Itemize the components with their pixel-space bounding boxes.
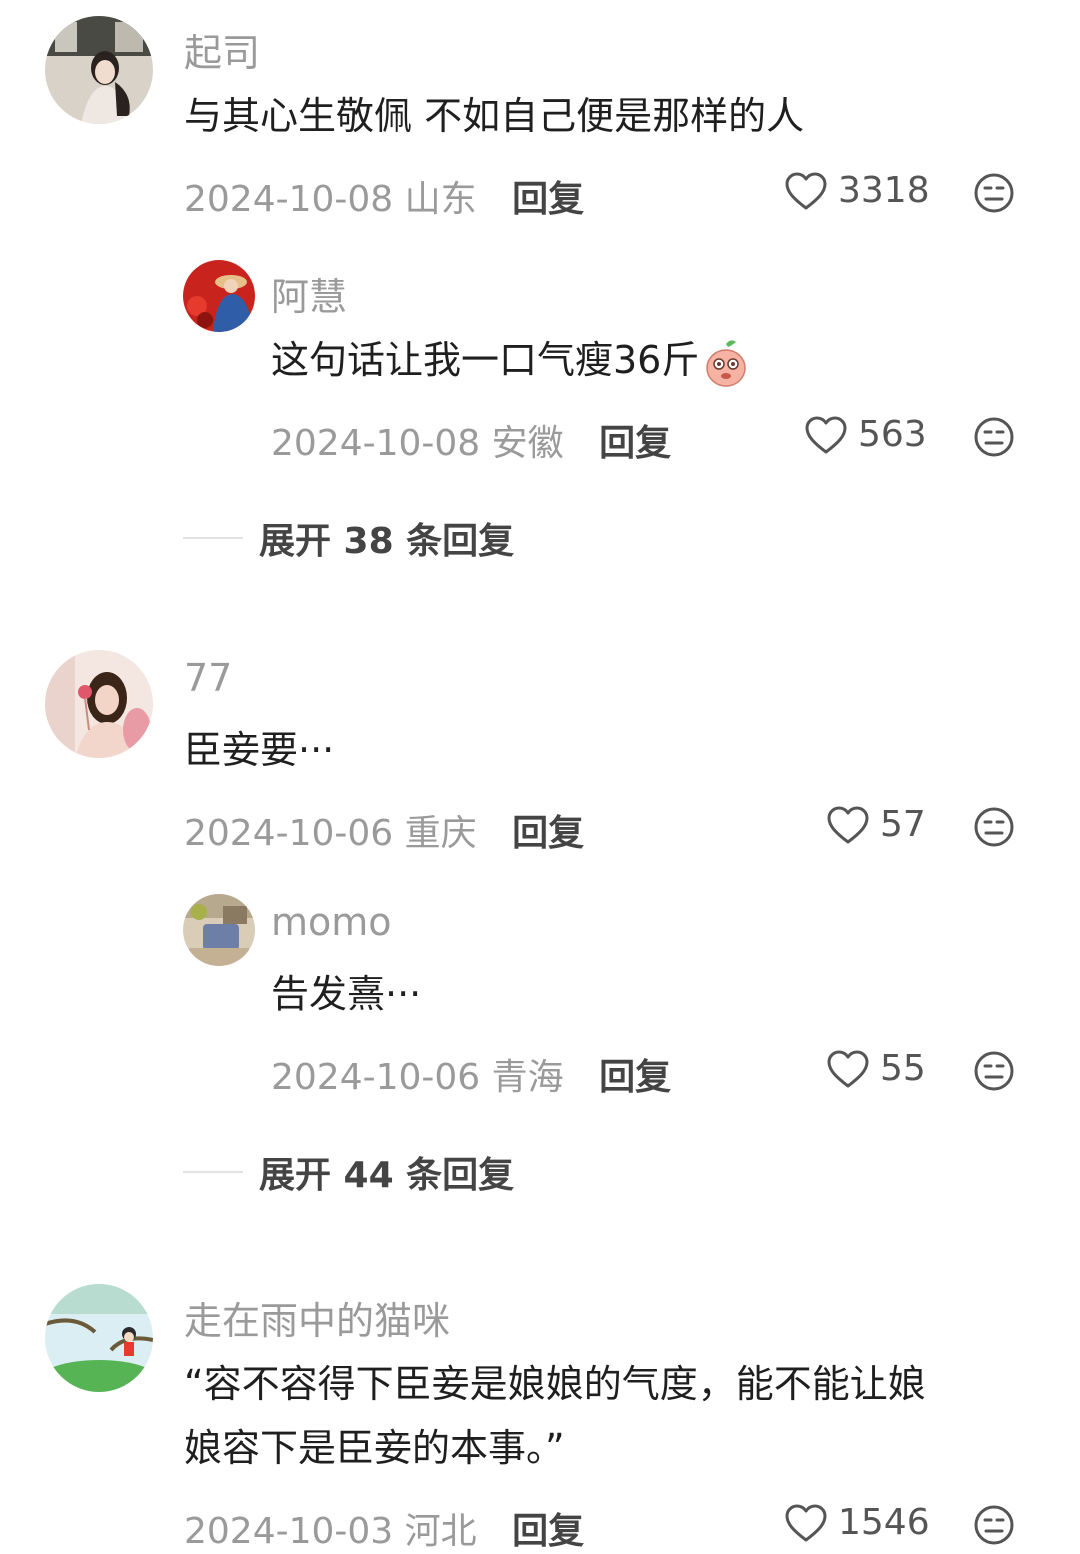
meh-face-icon[interactable] (973, 416, 1015, 458)
reply-date: 2024-10-06 (271, 1057, 481, 1098)
heart-outline-icon (785, 1504, 827, 1541)
expand-replies-label: 展开 38 条回复 (259, 521, 515, 562)
reply-username[interactable]: momo (271, 900, 392, 944)
divider-line (183, 537, 243, 539)
divider-line (183, 1171, 243, 1173)
like-button[interactable]: 563 (804, 414, 927, 455)
like-count: 3318 (838, 170, 930, 211)
heart-outline-icon (805, 416, 847, 453)
comment-location: 山东 (404, 179, 477, 220)
comment-text: 与其心生敬佩 不如自己便是那样的人 (184, 94, 805, 138)
like-button[interactable]: 55 (826, 1048, 926, 1089)
reply-location: 青海 (491, 1057, 564, 1098)
expand-replies-label: 展开 44 条回复 (259, 1155, 515, 1196)
reply-text: 这句话让我一口气瘦36斤 (271, 328, 749, 392)
peach-emoji-icon (706, 339, 747, 387)
reply-avatar[interactable] (183, 260, 255, 332)
like-button[interactable]: 57 (826, 804, 926, 845)
reply-location: 安徽 (491, 423, 564, 464)
comment-location: 重庆 (404, 813, 477, 854)
comment-meta: 2024-10-08 山东 回复 (184, 170, 584, 222)
comment-username[interactable]: 走在雨中的猫咪 (184, 1290, 450, 1345)
reply-button[interactable]: 回复 (512, 179, 584, 220)
comment-date: 2024-10-08 (184, 179, 394, 220)
reply-meta: 2024-10-06 青海 回复 (271, 1048, 671, 1100)
reply-text: 告发熹··· (271, 972, 422, 1016)
reply-meta: 2024-10-08 安徽 回复 (271, 414, 671, 466)
like-count: 57 (880, 804, 926, 845)
comment-text: 臣妾要··· (184, 728, 335, 772)
comment-text-line: 娘容下是臣妾的本事。” (184, 1426, 565, 1470)
comment-meta: 2024-10-03 河北 回复 (184, 1502, 584, 1554)
heart-outline-icon (785, 172, 827, 209)
like-button[interactable]: 3318 (784, 170, 930, 211)
reply-button[interactable]: 回复 (599, 423, 671, 464)
reply-button[interactable]: 回复 (512, 1511, 584, 1552)
comment-username[interactable]: 起司 (184, 22, 260, 77)
comment-text-line: “容不容得下臣妾是娘娘的气度，能不能让娘 (184, 1362, 926, 1406)
comment-date: 2024-10-03 (184, 1511, 394, 1552)
meh-face-icon[interactable] (973, 1050, 1015, 1092)
comment-meta: 2024-10-06 重庆 回复 (184, 804, 584, 856)
heart-outline-icon (827, 1050, 869, 1087)
meh-face-icon[interactable] (973, 172, 1015, 214)
avatar[interactable] (45, 650, 153, 758)
reply-text-body: 这句话让我一口气瘦36斤 (271, 338, 700, 382)
avatar[interactable] (45, 1284, 153, 1392)
expand-replies-button[interactable]: 展开 44 条回复 (183, 1146, 514, 1198)
reply-button[interactable]: 回复 (512, 813, 584, 854)
like-button[interactable]: 1546 (784, 1502, 930, 1543)
reply-username[interactable]: 阿慧 (271, 266, 347, 321)
comment-location: 河北 (404, 1511, 477, 1552)
comment-text: “容不容得下臣妾是娘娘的气度，能不能让娘 娘容下是臣妾的本事。” (184, 1352, 1044, 1480)
avatar[interactable] (45, 16, 153, 124)
meh-face-icon[interactable] (973, 806, 1015, 848)
heart-outline-icon (827, 806, 869, 843)
like-count: 55 (880, 1048, 926, 1089)
comment-date: 2024-10-06 (184, 813, 394, 854)
reply-avatar[interactable] (183, 894, 255, 966)
reply-date: 2024-10-08 (271, 423, 481, 464)
reply-button[interactable]: 回复 (599, 1057, 671, 1098)
comment-username[interactable]: 77 (184, 656, 232, 700)
expand-replies-button[interactable]: 展开 38 条回复 (183, 512, 514, 564)
like-count: 1546 (838, 1502, 930, 1543)
meh-face-icon[interactable] (973, 1504, 1015, 1546)
like-count: 563 (858, 414, 927, 455)
